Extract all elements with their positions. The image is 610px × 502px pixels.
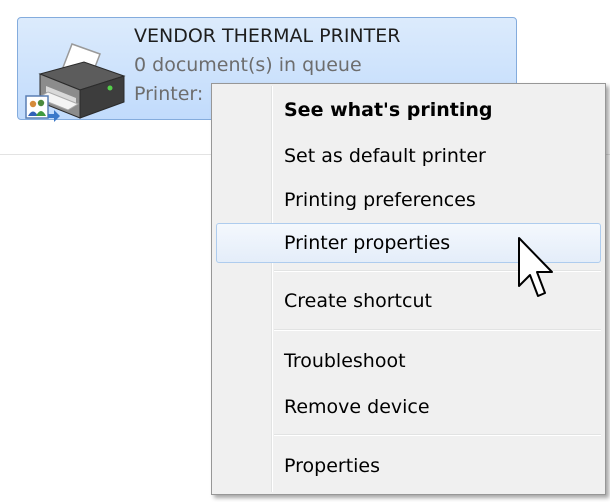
device-name: VENDOR THERMAL PRINTER [134,25,401,47]
menu-item-set-default-printer[interactable]: Set as default printer [216,136,601,176]
menu-item-see-whats-printing[interactable]: See what's printing [216,90,601,130]
menu-item-remove-device[interactable]: Remove device [216,387,601,427]
menu-item-printing-preferences[interactable]: Printing preferences [216,180,601,220]
menu-item-properties[interactable]: Properties [216,446,601,486]
menu-separator [274,329,601,331]
menu-item-troubleshoot[interactable]: Troubleshoot [216,341,601,381]
menu-separator [274,434,601,436]
queue-status: 0 document(s) in queue [134,54,362,76]
arrow-cursor-icon [518,237,553,297]
printer-icon [25,43,126,122]
